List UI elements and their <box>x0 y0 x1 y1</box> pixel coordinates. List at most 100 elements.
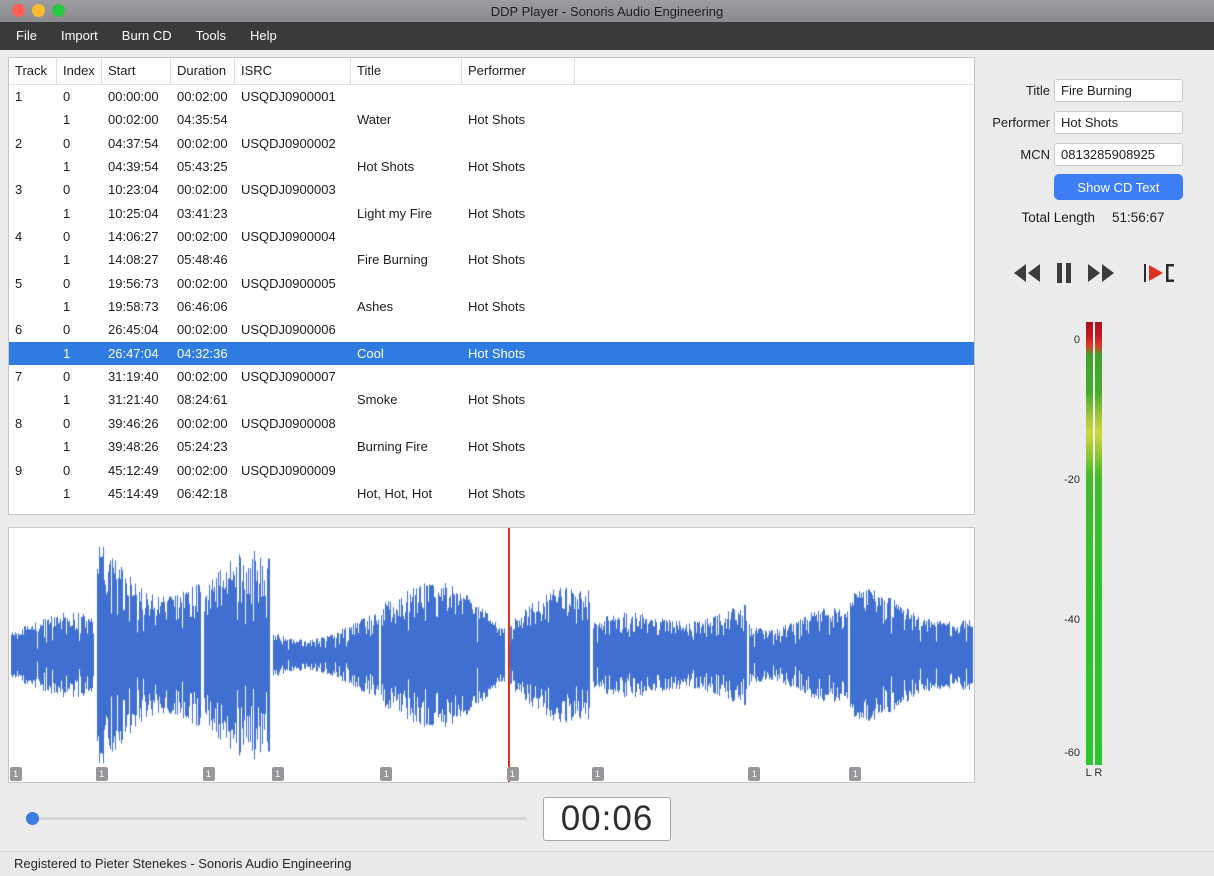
column-header-title[interactable]: Title <box>351 58 462 84</box>
rewind-button[interactable] <box>1014 263 1040 285</box>
cell-start: 39:48:26 <box>108 439 159 455</box>
table-row[interactable]: 5 0 19:56:73 00:02:00 USQDJ0900005 <box>9 272 974 295</box>
cell-title <box>351 178 462 201</box>
cell-duration: 00:02:00 <box>177 275 228 291</box>
playhead-cursor <box>508 528 511 782</box>
pause-button[interactable] <box>1056 262 1072 286</box>
play-marker-button[interactable] <box>1144 262 1174 287</box>
mcn-input[interactable] <box>1054 142 1183 166</box>
table-row[interactable]: 1 45:14:49 06:42:18 Hot, Hot, Hot Hot Shots <box>9 482 974 505</box>
track-start-marker[interactable]: 1 <box>748 767 761 781</box>
track-start-marker[interactable]: 1 <box>202 767 215 781</box>
track-table: Track Index Start Duration ISRC Title Performe… <box>8 57 975 515</box>
seek-slider-knob[interactable] <box>26 812 39 825</box>
cell-title <box>351 225 462 248</box>
cell-index: 0 <box>63 369 71 385</box>
menu-item-file[interactable]: File <box>4 22 49 50</box>
table-row[interactable]: 6 0 26:45:04 00:02:00 USQDJ0900006 <box>9 318 974 341</box>
seek-slider-track[interactable] <box>28 817 527 820</box>
fast-forward-button[interactable] <box>1088 263 1114 285</box>
cell-duration: 00:02:00 <box>177 415 228 431</box>
cell-title: Burning Fire <box>357 439 428 455</box>
cell-performer <box>462 412 575 435</box>
cell-isrc <box>235 202 351 225</box>
cell-duration: 05:24:23 <box>177 439 228 455</box>
table-row[interactable]: 1 31:21:40 08:24:61 Smoke Hot Shots <box>9 388 974 411</box>
track-start-marker[interactable]: 1 <box>271 767 284 781</box>
table-row[interactable]: 3 0 10:23:04 00:02:00 USQDJ0900003 <box>9 178 974 201</box>
table-row[interactable]: 1 00:02:00 04:35:54 Water Hot Shots <box>9 108 974 131</box>
cell-performer: Hot Shots <box>468 252 526 268</box>
menu-item-import[interactable]: Import <box>49 22 110 50</box>
zoom-button[interactable] <box>52 4 65 17</box>
waveform-panel[interactable]: 1 1 1 1 1 1 1 1 1 <box>8 527 975 783</box>
menu-item-help[interactable]: Help <box>238 22 289 50</box>
cell-start: 04:39:54 <box>108 159 159 175</box>
table-row[interactable]: 1 0 00:00:00 00:02:00 USQDJ0900001 <box>9 85 974 108</box>
cell-track <box>9 295 57 318</box>
table-row[interactable]: 8 0 39:46:26 00:02:00 USQDJ0900008 <box>9 412 974 435</box>
cell-performer <box>462 272 575 295</box>
cell-index: 1 <box>63 299 71 315</box>
cell-performer <box>462 225 575 248</box>
menu-item-burn-cd[interactable]: Burn CD <box>110 22 184 50</box>
show-cd-text-button[interactable]: Show CD Text <box>1054 174 1183 200</box>
table-body: 1 0 00:00:00 00:02:00 USQDJ0900001 1 00:02:00 0… <box>9 85 974 505</box>
table-row-selected[interactable]: 1 26:47:04 04:32:36 Cool Hot Shots <box>9 341 974 366</box>
cell-start: 19:56:73 <box>108 275 159 291</box>
column-header-track[interactable]: Track <box>9 58 57 84</box>
cell-track: 2 <box>15 135 23 151</box>
track-start-marker[interactable]: 1 <box>95 767 108 781</box>
performer-input[interactable] <box>1054 110 1183 134</box>
column-header-duration[interactable]: Duration <box>171 58 235 84</box>
table-row[interactable]: 1 14:08:27 05:48:46 Fire Burning Hot Shots <box>9 248 974 271</box>
table-row[interactable]: 1 10:25:04 03:41:23 Light my Fire Hot Shots <box>9 202 974 225</box>
column-header-performer[interactable]: Performer <box>462 58 575 84</box>
cell-track: 1 <box>15 89 23 104</box>
track-start-marker[interactable]: 1 <box>9 767 22 781</box>
cell-isrc: USQDJ0900006 <box>241 322 336 338</box>
track-start-marker[interactable]: 1 <box>849 767 862 781</box>
cell-performer: Hot Shots <box>468 392 526 408</box>
cell-isrc <box>235 435 351 458</box>
cell-isrc <box>235 248 351 271</box>
cell-index: 1 <box>63 485 71 501</box>
column-header-isrc[interactable]: ISRC <box>235 58 351 84</box>
track-start-marker[interactable]: 1 <box>506 767 519 781</box>
table-row[interactable]: 7 0 31:19:40 00:02:00 USQDJ0900007 <box>9 365 974 388</box>
cell-duration: 08:24:61 <box>177 392 228 408</box>
column-header-start[interactable]: Start <box>102 58 171 84</box>
title-input[interactable] <box>1054 78 1183 102</box>
cell-index: 1 <box>63 205 71 221</box>
meter-scale-20: -20 <box>1064 474 1080 486</box>
cell-start: 26:45:04 <box>108 322 159 338</box>
table-row[interactable]: 9 0 45:12:49 00:02:00 USQDJ0900009 <box>9 459 974 482</box>
cell-start: 00:02:00 <box>108 112 159 128</box>
table-row[interactable]: 4 0 14:06:27 00:02:00 USQDJ0900004 <box>9 225 974 248</box>
cell-performer <box>462 132 575 155</box>
cell-duration: 00:02:00 <box>177 182 228 198</box>
track-start-marker[interactable]: 1 <box>380 767 393 781</box>
minimize-button[interactable] <box>32 4 45 17</box>
waveform-canvas[interactable] <box>9 528 974 782</box>
cell-isrc: USQDJ0900009 <box>241 462 336 478</box>
mcn-field-label: MCN <box>1020 146 1050 162</box>
menu-item-tools[interactable]: Tools <box>184 22 238 50</box>
table-row[interactable]: 1 19:58:73 06:46:06 Ashes Hot Shots <box>9 295 974 318</box>
close-button[interactable] <box>12 4 25 17</box>
cell-isrc <box>235 388 351 411</box>
table-row[interactable]: 1 39:48:26 05:24:23 Burning Fire Hot Shots <box>9 435 974 458</box>
cell-isrc: USQDJ0900007 <box>241 369 336 385</box>
cell-start: 19:58:73 <box>108 299 159 315</box>
track-start-marker[interactable]: 1 <box>591 767 604 781</box>
cell-isrc <box>235 342 351 365</box>
cell-performer <box>462 178 575 201</box>
cell-title: Ashes <box>357 299 394 315</box>
cell-title: Water <box>357 112 392 128</box>
cell-performer: Hot Shots <box>468 345 526 361</box>
cell-title <box>351 365 462 388</box>
column-header-index[interactable]: Index <box>57 58 102 84</box>
cell-isrc <box>235 482 351 505</box>
table-row[interactable]: 2 0 04:37:54 00:02:00 USQDJ0900002 <box>9 132 974 155</box>
table-row[interactable]: 1 04:39:54 05:43:25 Hot Shots Hot Shots <box>9 155 974 178</box>
